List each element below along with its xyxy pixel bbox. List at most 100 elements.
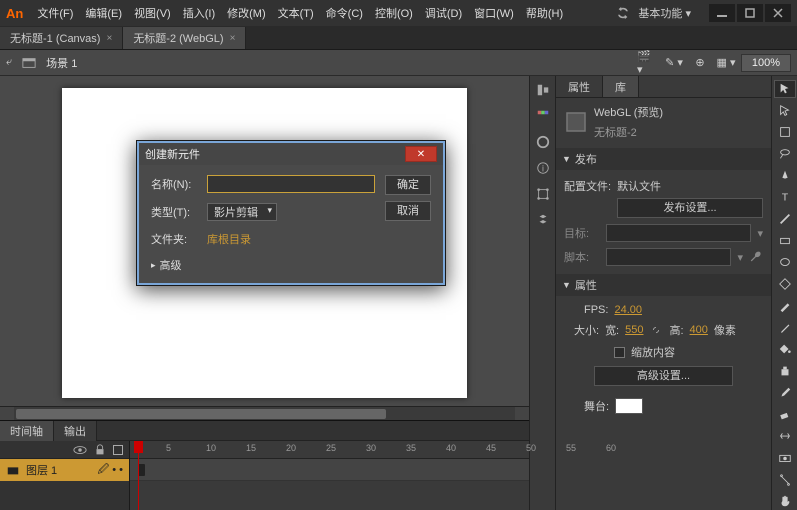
script-label: 脚本: xyxy=(564,249,600,265)
menu-window[interactable]: 窗口(W) xyxy=(468,2,520,24)
grid-icon[interactable]: ▦ ▾ xyxy=(715,53,737,73)
type-label: 类型(T): xyxy=(151,204,199,220)
tab-doc-2[interactable]: 无标题-2 (WebGL)× xyxy=(123,27,246,49)
info-panel-icon[interactable]: i xyxy=(533,158,553,178)
minimize-button[interactable] xyxy=(709,4,735,22)
dialog-close-button[interactable]: ✕ xyxy=(405,146,437,162)
menu-modify[interactable]: 修改(M) xyxy=(221,2,272,24)
timeline-panel: 时间轴 输出 图层 1 🖉 • • 15 xyxy=(0,420,529,510)
dialog-title: 创建新元件 xyxy=(145,146,200,162)
camera-tool[interactable] xyxy=(774,449,796,467)
size-label: 大小: xyxy=(574,322,599,338)
menu-file[interactable]: 文件(F) xyxy=(31,2,79,24)
playhead[interactable] xyxy=(138,441,139,510)
tab-properties[interactable]: 属性 xyxy=(556,76,603,97)
subselection-tool[interactable] xyxy=(774,102,796,120)
pencil-tool[interactable] xyxy=(774,297,796,315)
menu-command[interactable]: 命令(C) xyxy=(320,2,369,24)
free-transform-tool[interactable] xyxy=(774,123,796,141)
eraser-tool[interactable] xyxy=(774,406,796,424)
text-tool[interactable]: T xyxy=(774,189,796,207)
maximize-button[interactable] xyxy=(737,4,763,22)
ink-bottle-tool[interactable] xyxy=(774,362,796,380)
menu-edit[interactable]: 编辑(E) xyxy=(79,2,128,24)
color-panel-icon[interactable] xyxy=(533,132,553,152)
width-tool[interactable] xyxy=(774,427,796,445)
ruler-tick: 45 xyxy=(486,443,496,453)
horizontal-scrollbar[interactable] xyxy=(0,406,529,420)
menu-text[interactable]: 文本(T) xyxy=(272,2,320,24)
advanced-settings-button[interactable]: 高级设置... xyxy=(594,366,733,386)
height-value[interactable]: 400 xyxy=(690,324,708,336)
link-icon[interactable] xyxy=(649,323,663,337)
close-button[interactable] xyxy=(765,4,791,22)
menu-debug[interactable]: 调试(D) xyxy=(419,2,468,24)
ruler-tick: 40 xyxy=(446,443,456,453)
ok-button[interactable]: 确定 xyxy=(385,175,431,195)
menu-insert[interactable]: 插入(I) xyxy=(177,2,221,24)
close-icon[interactable]: × xyxy=(106,33,112,44)
ruler-tick: 55 xyxy=(566,443,576,453)
ruler-tick: 25 xyxy=(326,443,336,453)
scale-content-checkbox[interactable] xyxy=(614,347,625,358)
fps-value[interactable]: 24.00 xyxy=(614,304,642,316)
lock-icon[interactable] xyxy=(93,443,107,457)
tab-output[interactable]: 输出 xyxy=(54,421,97,441)
line-tool[interactable] xyxy=(774,210,796,228)
layer-row-1[interactable]: 图层 1 🖉 • • xyxy=(0,459,129,481)
scene-label[interactable]: 场景 1 xyxy=(46,55,77,71)
create-symbol-dialog: 创建新元件 ✕ 名称(N): 类型(T): 影片剪辑 文件夹: 库根目录 xyxy=(136,140,446,286)
brush-tool[interactable] xyxy=(774,319,796,337)
advanced-toggle[interactable]: ▸高级 xyxy=(151,257,375,273)
section-attributes[interactable]: ▼属性 xyxy=(556,274,771,296)
clapper-icon[interactable]: 🎬 ▾ xyxy=(637,53,659,73)
type-select[interactable]: 影片剪辑 xyxy=(207,203,277,221)
frame-ruler[interactable]: 151015202530354045505560 xyxy=(130,441,529,459)
visibility-icon[interactable] xyxy=(73,443,87,457)
frame-row[interactable] xyxy=(130,459,529,481)
selection-tool[interactable] xyxy=(774,80,796,98)
bone-tool[interactable] xyxy=(774,471,796,489)
lasso-tool[interactable] xyxy=(774,145,796,163)
target-label: 目标: xyxy=(564,225,600,241)
components-panel-icon[interactable] xyxy=(533,210,553,230)
close-icon[interactable]: × xyxy=(230,33,236,44)
pen-tool[interactable] xyxy=(774,167,796,185)
cancel-button[interactable]: 取消 xyxy=(385,201,431,221)
polystar-tool[interactable] xyxy=(774,275,796,293)
layer-name[interactable]: 图层 1 xyxy=(26,462,57,478)
name-label: 名称(N): xyxy=(151,176,199,192)
back-icon[interactable]: ⤶ xyxy=(6,56,12,69)
wrench-icon[interactable] xyxy=(749,250,763,264)
zoom-input[interactable]: 100% xyxy=(741,54,791,72)
publish-settings-button[interactable]: 发布设置... xyxy=(617,198,763,218)
rectangle-tool[interactable] xyxy=(774,232,796,250)
oval-tool[interactable] xyxy=(774,254,796,272)
workspace-switcher[interactable]: 基本功能 ▾ xyxy=(638,5,691,21)
edit-scene-icon[interactable]: ✎ ▾ xyxy=(663,53,685,73)
section-publish[interactable]: ▼发布 xyxy=(556,148,771,170)
width-label: 宽: xyxy=(605,322,619,338)
fit-icon[interactable]: ⊕ xyxy=(689,53,711,73)
hand-tool[interactable] xyxy=(774,492,796,510)
menu-help[interactable]: 帮助(H) xyxy=(520,2,569,24)
tab-doc-1[interactable]: 无标题-1 (Canvas)× xyxy=(0,27,123,49)
eyedropper-tool[interactable] xyxy=(774,384,796,402)
menu-view[interactable]: 视图(V) xyxy=(128,2,177,24)
menu-control[interactable]: 控制(O) xyxy=(369,2,419,24)
swatches-panel-icon[interactable] xyxy=(533,106,553,126)
align-panel-icon[interactable] xyxy=(533,80,553,100)
width-value[interactable]: 550 xyxy=(625,324,643,336)
sync-icon[interactable] xyxy=(616,6,630,20)
tab-library[interactable]: 库 xyxy=(603,76,639,97)
name-input[interactable] xyxy=(207,175,375,193)
script-select xyxy=(606,248,731,266)
transform-panel-icon[interactable] xyxy=(533,184,553,204)
folder-link[interactable]: 库根目录 xyxy=(207,231,251,247)
tab-timeline[interactable]: 时间轴 xyxy=(0,421,54,441)
outline-icon[interactable] xyxy=(113,445,123,455)
stage-color-swatch[interactable] xyxy=(615,398,643,414)
paint-bucket-tool[interactable] xyxy=(774,340,796,358)
keyframe[interactable] xyxy=(138,464,145,476)
scale-content-label: 缩放内容 xyxy=(631,344,675,360)
